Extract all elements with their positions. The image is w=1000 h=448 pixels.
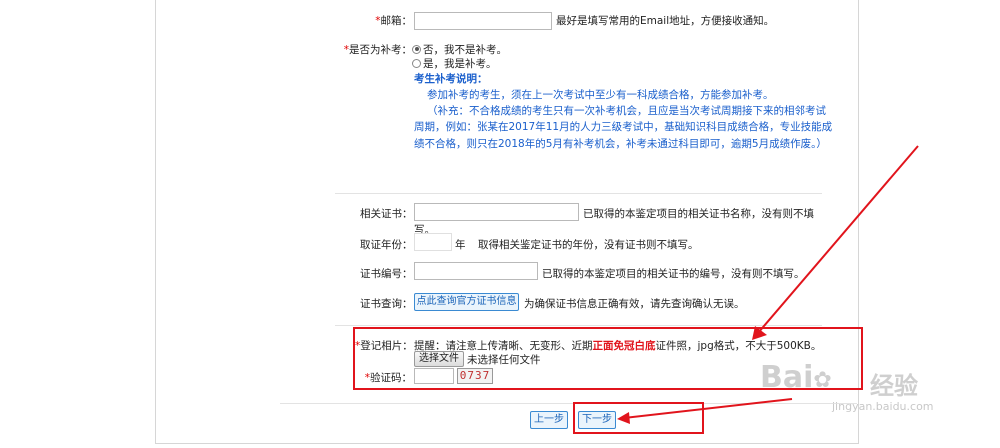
arrow-to-next-icon — [617, 398, 793, 424]
arrow-to-photo-icon — [752, 145, 919, 340]
paw-icon: ✿ — [813, 368, 832, 393]
watermark-brand: Bai✿ — [760, 360, 832, 395]
watermark-url: jingyan.baidu.com — [832, 400, 934, 413]
watermark-brand-suffix: 经验 — [870, 372, 918, 400]
annotation-arrows — [617, 145, 919, 424]
